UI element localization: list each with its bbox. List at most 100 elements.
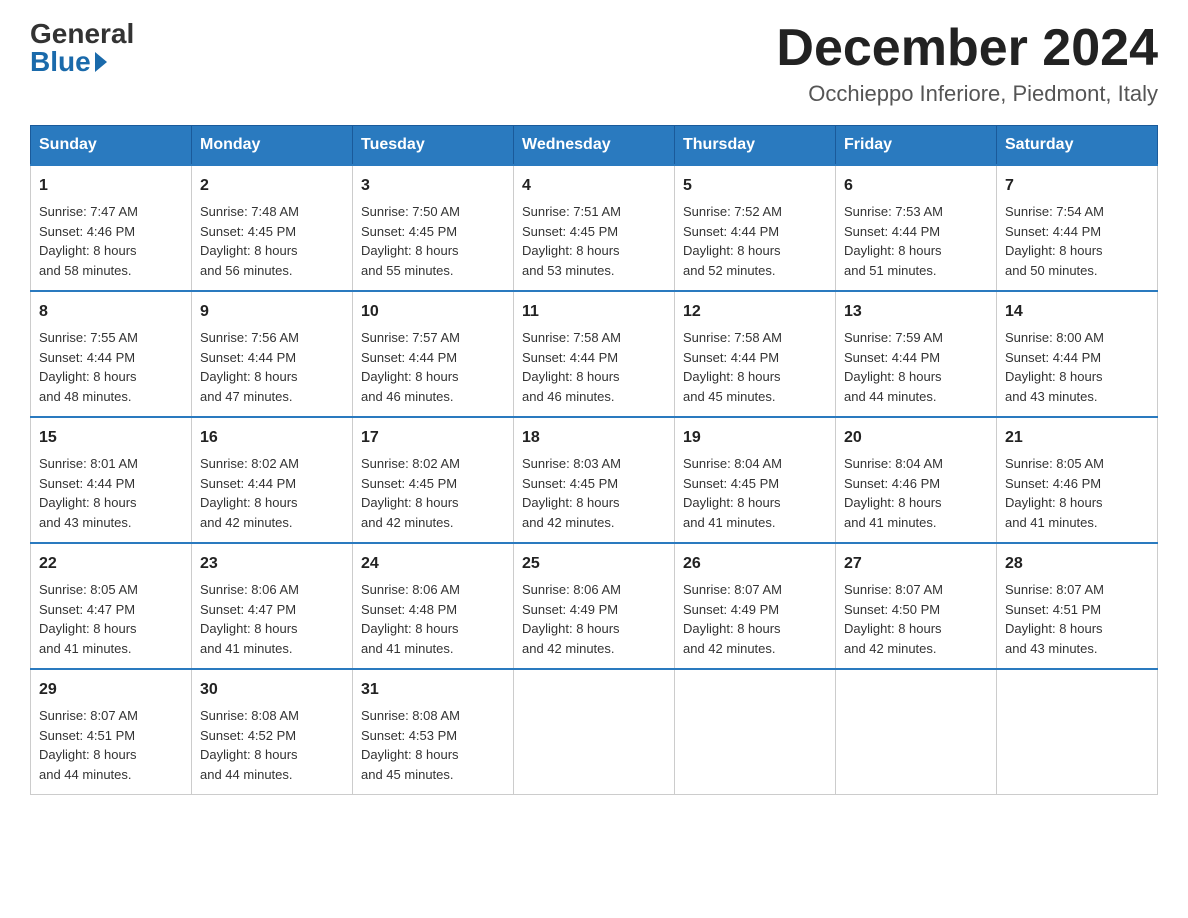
day-info: Sunrise: 8:01 AM xyxy=(39,454,183,474)
day-info: Sunset: 4:45 PM xyxy=(361,474,505,494)
day-number: 17 xyxy=(361,426,505,450)
calendar-cell: 5Sunrise: 7:52 AMSunset: 4:44 PMDaylight… xyxy=(675,165,836,291)
calendar-cell: 29Sunrise: 8:07 AMSunset: 4:51 PMDayligh… xyxy=(31,669,192,795)
day-info: Sunset: 4:45 PM xyxy=(522,474,666,494)
day-info: Sunrise: 8:06 AM xyxy=(200,580,344,600)
day-info: and 41 minutes. xyxy=(200,639,344,659)
day-info: Daylight: 8 hours xyxy=(683,619,827,639)
day-number: 5 xyxy=(683,174,827,198)
day-info: Sunrise: 7:54 AM xyxy=(1005,202,1149,222)
day-info: Daylight: 8 hours xyxy=(522,619,666,639)
day-info: Daylight: 8 hours xyxy=(844,493,988,513)
day-info: and 48 minutes. xyxy=(39,387,183,407)
day-info: Sunset: 4:44 PM xyxy=(844,348,988,368)
day-number: 28 xyxy=(1005,552,1149,576)
day-info: Daylight: 8 hours xyxy=(200,619,344,639)
day-info: Daylight: 8 hours xyxy=(39,619,183,639)
day-info: Daylight: 8 hours xyxy=(844,367,988,387)
day-number: 22 xyxy=(39,552,183,576)
day-info: and 44 minutes. xyxy=(39,765,183,785)
day-number: 30 xyxy=(200,678,344,702)
calendar-cell: 3Sunrise: 7:50 AMSunset: 4:45 PMDaylight… xyxy=(353,165,514,291)
calendar-cell: 6Sunrise: 7:53 AMSunset: 4:44 PMDaylight… xyxy=(836,165,997,291)
day-info: Sunrise: 8:00 AM xyxy=(1005,328,1149,348)
day-info: and 43 minutes. xyxy=(1005,387,1149,407)
day-info: Sunrise: 7:55 AM xyxy=(39,328,183,348)
day-info: Daylight: 8 hours xyxy=(39,745,183,765)
day-info: and 53 minutes. xyxy=(522,261,666,281)
calendar-cell: 16Sunrise: 8:02 AMSunset: 4:44 PMDayligh… xyxy=(192,417,353,543)
day-number: 11 xyxy=(522,300,666,324)
day-number: 18 xyxy=(522,426,666,450)
day-info: Daylight: 8 hours xyxy=(361,367,505,387)
calendar-cell: 4Sunrise: 7:51 AMSunset: 4:45 PMDaylight… xyxy=(514,165,675,291)
day-info: and 42 minutes. xyxy=(522,513,666,533)
day-info: Sunrise: 8:05 AM xyxy=(1005,454,1149,474)
day-info: and 42 minutes. xyxy=(683,639,827,659)
day-info: Daylight: 8 hours xyxy=(522,241,666,261)
day-info: Daylight: 8 hours xyxy=(39,493,183,513)
day-info: and 47 minutes. xyxy=(200,387,344,407)
day-info: Sunrise: 8:02 AM xyxy=(200,454,344,474)
day-info: and 44 minutes. xyxy=(844,387,988,407)
day-info: Sunrise: 8:05 AM xyxy=(39,580,183,600)
day-number: 14 xyxy=(1005,300,1149,324)
day-info: and 56 minutes. xyxy=(200,261,344,281)
month-year-title: December 2024 xyxy=(776,20,1158,77)
logo: General Blue xyxy=(30,20,134,76)
day-number: 2 xyxy=(200,174,344,198)
day-info: Sunrise: 7:58 AM xyxy=(683,328,827,348)
day-info: Sunrise: 8:08 AM xyxy=(200,706,344,726)
day-number: 10 xyxy=(361,300,505,324)
day-number: 25 xyxy=(522,552,666,576)
day-info: Sunset: 4:51 PM xyxy=(39,726,183,746)
day-number: 13 xyxy=(844,300,988,324)
day-info: Sunset: 4:45 PM xyxy=(200,222,344,242)
day-info: and 43 minutes. xyxy=(39,513,183,533)
calendar-week-row: 15Sunrise: 8:01 AMSunset: 4:44 PMDayligh… xyxy=(31,417,1158,543)
day-info: Daylight: 8 hours xyxy=(1005,241,1149,261)
day-info: and 42 minutes. xyxy=(844,639,988,659)
day-info: Daylight: 8 hours xyxy=(39,367,183,387)
day-info: Sunrise: 7:59 AM xyxy=(844,328,988,348)
day-info: Daylight: 8 hours xyxy=(361,493,505,513)
calendar-week-row: 1Sunrise: 7:47 AMSunset: 4:46 PMDaylight… xyxy=(31,165,1158,291)
day-number: 7 xyxy=(1005,174,1149,198)
day-number: 23 xyxy=(200,552,344,576)
day-info: Sunset: 4:47 PM xyxy=(200,600,344,620)
day-info: Sunset: 4:44 PM xyxy=(1005,348,1149,368)
day-info: and 41 minutes. xyxy=(1005,513,1149,533)
day-info: and 43 minutes. xyxy=(1005,639,1149,659)
day-info: and 50 minutes. xyxy=(1005,261,1149,281)
day-info: Daylight: 8 hours xyxy=(1005,619,1149,639)
day-info: Sunrise: 7:58 AM xyxy=(522,328,666,348)
calendar-cell xyxy=(675,669,836,795)
day-info: Sunset: 4:44 PM xyxy=(683,348,827,368)
day-info: Daylight: 8 hours xyxy=(361,619,505,639)
col-header-wednesday: Wednesday xyxy=(514,126,675,166)
day-number: 9 xyxy=(200,300,344,324)
calendar-cell: 17Sunrise: 8:02 AMSunset: 4:45 PMDayligh… xyxy=(353,417,514,543)
day-number: 29 xyxy=(39,678,183,702)
col-header-thursday: Thursday xyxy=(675,126,836,166)
day-info: Sunrise: 7:52 AM xyxy=(683,202,827,222)
day-info: Sunrise: 7:47 AM xyxy=(39,202,183,222)
day-number: 12 xyxy=(683,300,827,324)
day-info: and 45 minutes. xyxy=(361,765,505,785)
calendar-cell: 20Sunrise: 8:04 AMSunset: 4:46 PMDayligh… xyxy=(836,417,997,543)
calendar-week-row: 22Sunrise: 8:05 AMSunset: 4:47 PMDayligh… xyxy=(31,543,1158,669)
day-info: Daylight: 8 hours xyxy=(844,619,988,639)
day-info: and 42 minutes. xyxy=(200,513,344,533)
col-header-monday: Monday xyxy=(192,126,353,166)
calendar-cell: 8Sunrise: 7:55 AMSunset: 4:44 PMDaylight… xyxy=(31,291,192,417)
calendar-cell: 13 Sunrise: 7:59 AMSunset: 4:44 PMDayligh… xyxy=(836,291,997,417)
day-info: and 42 minutes. xyxy=(361,513,505,533)
calendar-cell: 18Sunrise: 8:03 AMSunset: 4:45 PMDayligh… xyxy=(514,417,675,543)
day-info: and 41 minutes. xyxy=(844,513,988,533)
day-number: 27 xyxy=(844,552,988,576)
calendar-cell: 2Sunrise: 7:48 AMSunset: 4:45 PMDaylight… xyxy=(192,165,353,291)
day-info: Sunset: 4:44 PM xyxy=(200,474,344,494)
day-info: Sunrise: 8:06 AM xyxy=(361,580,505,600)
calendar-cell: 23 Sunrise: 8:06 AMSunset: 4:47 PMDayligh… xyxy=(192,543,353,669)
col-header-sunday: Sunday xyxy=(31,126,192,166)
